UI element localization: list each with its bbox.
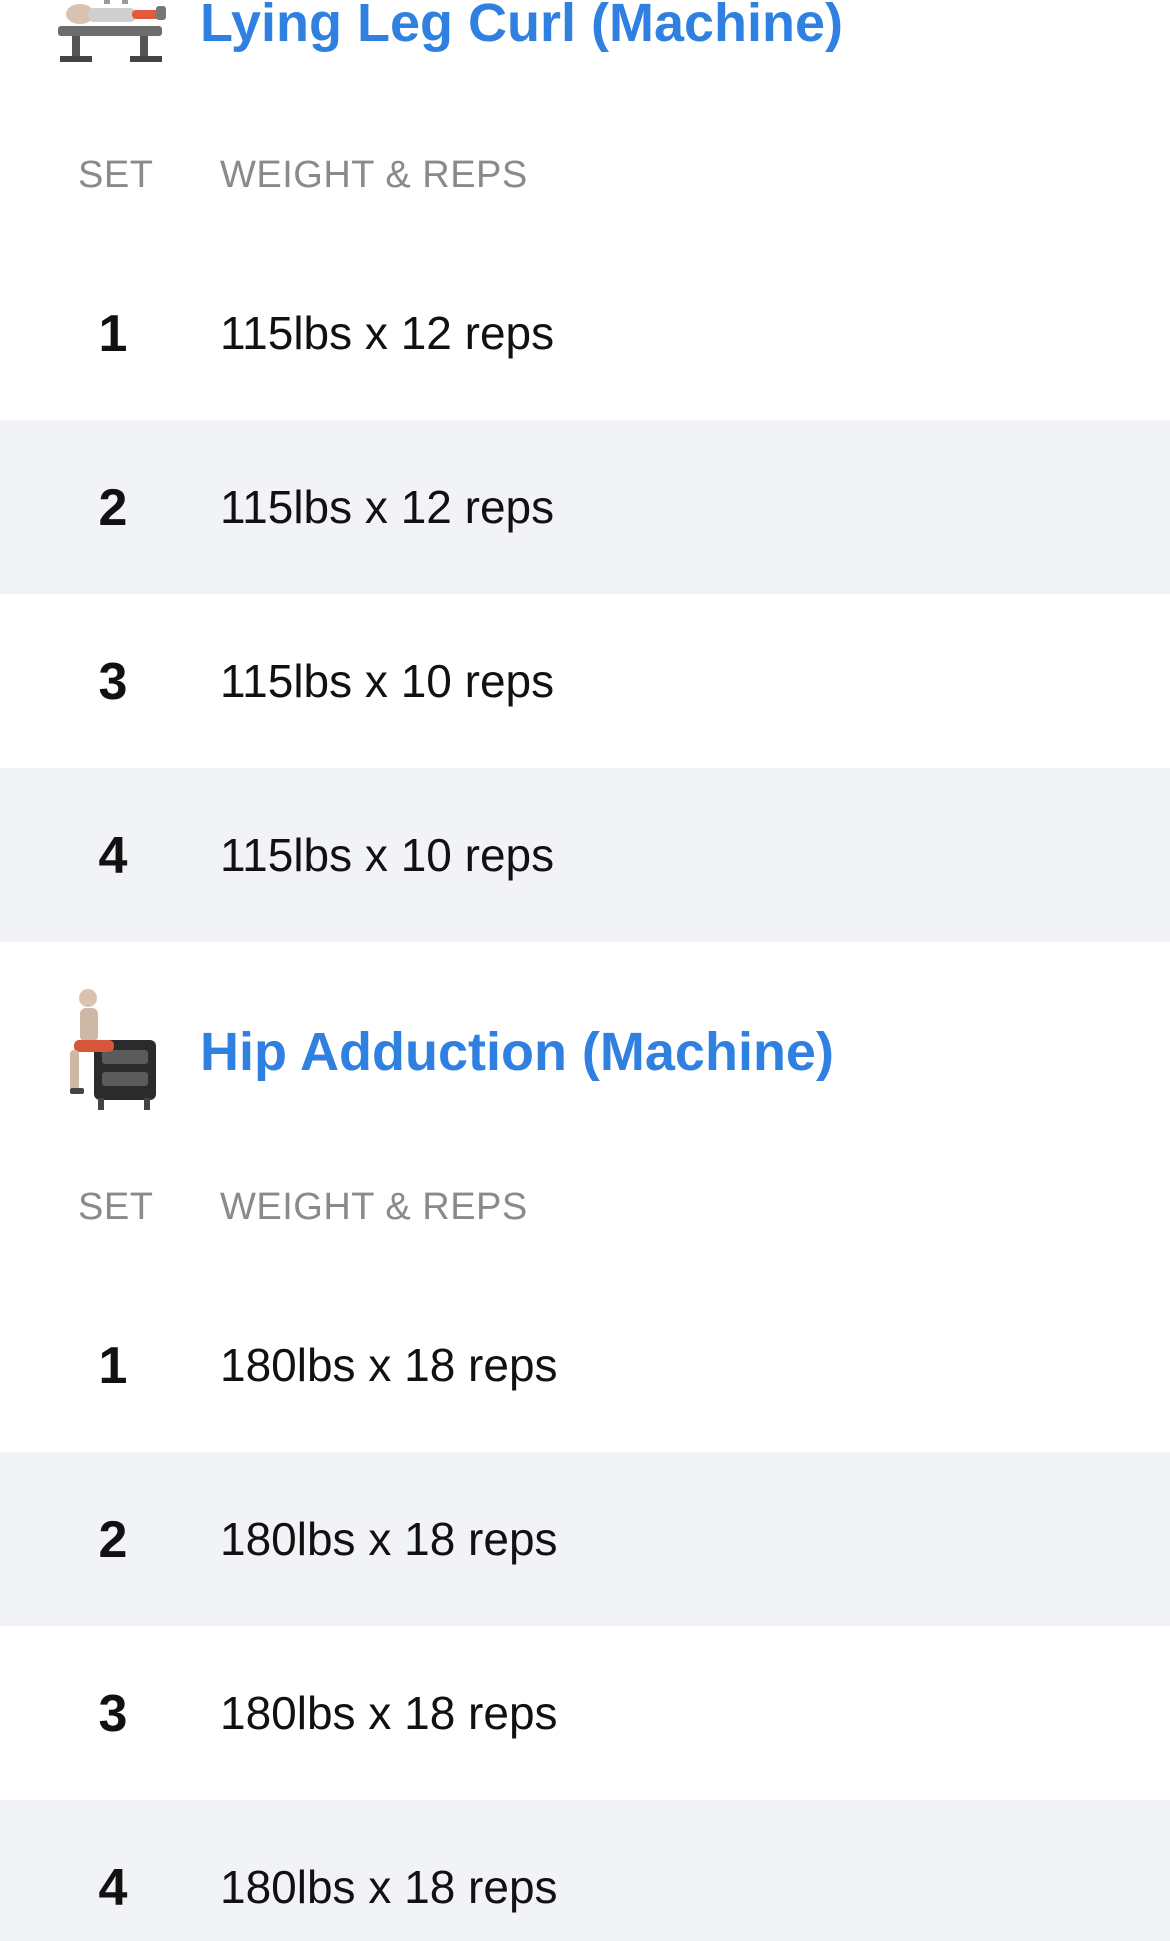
set-row[interactable]: 3 115lbs x 10 reps [0, 594, 1170, 768]
column-headers: SET WEIGHT & REPS [0, 154, 1170, 204]
set-number: 2 [98, 479, 128, 537]
weight-reps-column-header: WEIGHT & REPS [220, 1186, 528, 1228]
set-row[interactable]: 4 115lbs x 10 reps [0, 768, 1170, 942]
lying-leg-curl-machine-icon[interactable] [44, 0, 172, 62]
set-row[interactable]: 3 180lbs x 18 reps [0, 1626, 1170, 1800]
exercise-title[interactable]: Hip Adduction (Machine) [200, 1025, 834, 1079]
column-headers: SET WEIGHT & REPS [0, 1186, 1170, 1236]
set-row[interactable]: 2 115lbs x 12 reps [0, 420, 1170, 594]
set-number: 3 [98, 1685, 128, 1743]
set-number: 1 [98, 305, 128, 363]
weight-reps-value: 115lbs x 12 reps [220, 307, 555, 359]
exercise-header[interactable]: Lying Leg Curl (Machine) [0, 0, 1170, 64]
weight-reps-column-header: WEIGHT & REPS [220, 154, 528, 196]
set-row[interactable]: 4 180lbs x 18 reps [0, 1800, 1170, 1941]
set-row[interactable]: 1 115lbs x 12 reps [0, 246, 1170, 420]
set-column-header: SET [78, 1186, 154, 1228]
set-column-header: SET [78, 154, 154, 196]
hip-adduction-machine-icon[interactable] [44, 984, 172, 1112]
weight-reps-value: 115lbs x 12 reps [220, 481, 555, 533]
set-row[interactable]: 2 180lbs x 18 reps [0, 1452, 1170, 1626]
exercise-header[interactable]: Hip Adduction (Machine) [0, 984, 1170, 1114]
exercise-title[interactable]: Lying Leg Curl (Machine) [200, 0, 843, 50]
set-number: 4 [98, 827, 128, 885]
weight-reps-value: 115lbs x 10 reps [220, 655, 555, 707]
set-number: 3 [98, 653, 128, 711]
weight-reps-value: 180lbs x 18 reps [220, 1339, 558, 1391]
weight-reps-value: 180lbs x 18 reps [220, 1861, 558, 1913]
set-number: 1 [98, 1337, 128, 1395]
weight-reps-value: 115lbs x 10 reps [220, 829, 555, 881]
weight-reps-value: 180lbs x 18 reps [220, 1513, 558, 1565]
weight-reps-value: 180lbs x 18 reps [220, 1687, 558, 1739]
set-number: 2 [98, 1511, 128, 1569]
set-number: 4 [98, 1859, 128, 1917]
set-row[interactable]: 1 180lbs x 18 reps [0, 1278, 1170, 1452]
